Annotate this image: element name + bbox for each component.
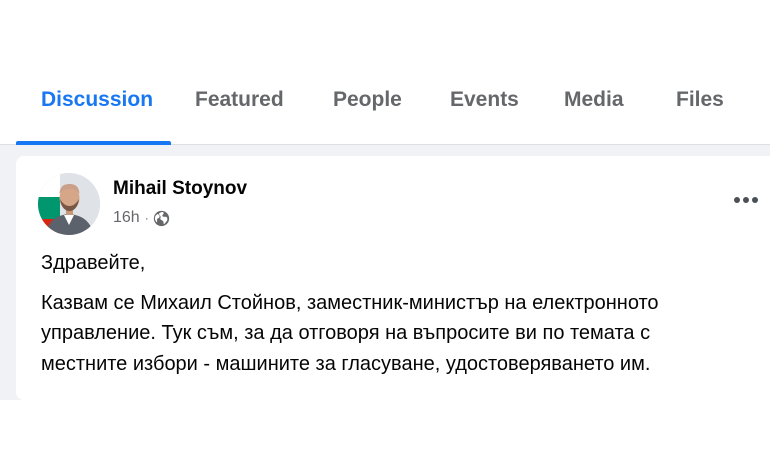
post-author-name[interactable]: Mihail Stoynov — [113, 178, 247, 200]
tab-discussion[interactable]: Discussion — [41, 88, 153, 112]
post-meta: 16h · — [113, 208, 170, 228]
post-body-line: местните избори - машините за гласуване,… — [41, 353, 651, 375]
group-tabs-bar: Discussion Featured People Events Media … — [0, 0, 770, 145]
page-footer-area — [0, 400, 770, 462]
flag-green-stripe — [38, 197, 60, 219]
tab-featured[interactable]: Featured — [195, 88, 284, 112]
globe-icon[interactable] — [153, 210, 170, 227]
avatar-photo — [38, 173, 100, 235]
tab-media[interactable]: Media — [564, 88, 624, 112]
post-timestamp[interactable]: 16h — [113, 209, 140, 227]
group-page: Discussion Featured People Events Media … — [0, 0, 770, 462]
post-body-line: Казвам се Михаил Стойнов, заместник-мини… — [41, 292, 659, 314]
more-options-icon — [734, 197, 740, 203]
tab-files[interactable]: Files — [676, 88, 724, 112]
author-avatar[interactable] — [38, 173, 100, 235]
more-options-icon-dot — [743, 197, 749, 203]
more-options-icon-dot — [752, 197, 758, 203]
tab-events[interactable]: Events — [450, 88, 519, 112]
post-more-options-button[interactable] — [730, 190, 762, 210]
post-greeting: Здравейте, — [41, 252, 146, 274]
tab-people[interactable]: People — [333, 88, 402, 112]
meta-separator: · — [144, 211, 149, 225]
post-body-line: управление. Тук съм, за да отговоря на в… — [41, 322, 651, 344]
